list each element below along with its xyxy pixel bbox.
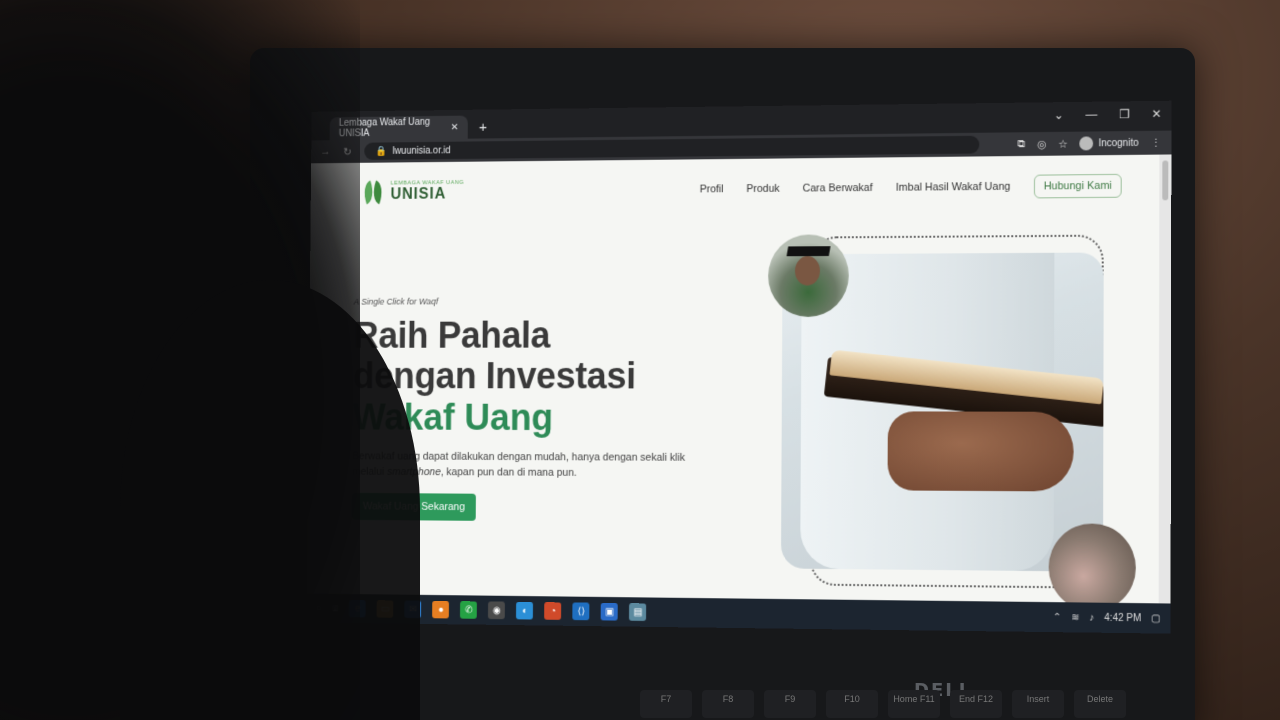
- keyboard-row: F7 F8 F9 F10 Home F11 End F12 Insert Del…: [640, 690, 1200, 720]
- wifi-icon[interactable]: ≋: [1071, 612, 1079, 623]
- hero-tagline: A Single Click for Waqf: [353, 296, 439, 307]
- star-icon[interactable]: ☆: [1058, 137, 1068, 150]
- laptop-screen: Lembaga Wakaf Uang UNISIA ✕ + ⌄ — ❐ ✕ → …: [306, 100, 1172, 634]
- toolbar-right: ⧉ ◎ ☆ Incognito ⋮: [1017, 136, 1161, 151]
- face-shape: [794, 256, 821, 286]
- scrollbar-thumb[interactable]: [1162, 160, 1169, 201]
- volume-icon[interactable]: ♪: [1089, 612, 1094, 623]
- key: End F12: [950, 690, 1002, 718]
- close-tab-icon[interactable]: ✕: [451, 122, 459, 133]
- hand-shape: [887, 411, 1074, 492]
- nav-item-profil[interactable]: Profil: [700, 183, 724, 195]
- incognito-label: Incognito: [1098, 137, 1139, 149]
- minimize-button[interactable]: —: [1085, 108, 1097, 122]
- hero-image-group: [767, 234, 1136, 613]
- system-tray: ⌃ ≋ ♪ 4:42 PM ▢: [1053, 612, 1161, 624]
- key: F10: [826, 690, 878, 718]
- key: Insert: [1012, 690, 1064, 718]
- nav-item-imbal-hasil[interactable]: Imbal Hasil Wakaf Uang: [896, 181, 1011, 194]
- site-logo[interactable]: LEMBAGA WAKAF UANG UNISIA: [361, 177, 464, 207]
- graduation-cap-icon: [786, 246, 831, 257]
- clock-time[interactable]: 4:42 PM: [1104, 612, 1141, 623]
- chevron-up-icon[interactable]: ⌃: [1053, 612, 1061, 623]
- close-window-button[interactable]: ✕: [1151, 107, 1161, 121]
- graduate-avatar: [767, 234, 850, 318]
- app4-icon[interactable]: ▤: [629, 603, 647, 621]
- hands-avatar: [1048, 523, 1136, 613]
- window-controls: ⌄ — ❐ ✕: [1054, 107, 1162, 122]
- key: F8: [702, 690, 754, 718]
- incognito-badge[interactable]: Incognito: [1079, 136, 1139, 151]
- url-text: lwuunisia.or.id: [392, 145, 451, 157]
- app3-icon[interactable]: ▣: [601, 602, 619, 621]
- notification-icon[interactable]: ▢: [1151, 613, 1160, 624]
- photo-scene: DELL F7 F8 F9 F10 Home F11 End F12 Inser…: [0, 0, 1280, 720]
- key: F7: [640, 690, 692, 718]
- maximize-button[interactable]: ❐: [1119, 107, 1130, 121]
- app2-icon[interactable]: ◔: [544, 602, 562, 620]
- key: Home F11: [888, 690, 940, 718]
- chevron-down-icon[interactable]: ⌄: [1054, 108, 1064, 122]
- lock-icon: 🔒: [375, 145, 388, 157]
- translate-icon[interactable]: ⧉: [1017, 138, 1025, 151]
- whatsapp-icon[interactable]: ✆: [460, 601, 478, 619]
- nav-item-cara-berwakaf[interactable]: Cara Berwakaf: [803, 182, 873, 194]
- incognito-icon: [1079, 136, 1094, 151]
- scrollbar[interactable]: [1158, 154, 1172, 604]
- logo-title: UNISIA: [390, 185, 447, 203]
- person-silhouette: [120, 280, 420, 720]
- eye-off-icon[interactable]: ◎: [1037, 137, 1046, 150]
- address-bar[interactable]: 🔒 lwuunisia.or.id: [364, 135, 980, 160]
- key: F9: [764, 690, 816, 718]
- web-page: LEMBAGA WAKAF UANG UNISIA Profil Produk …: [306, 154, 1172, 613]
- main-nav: Profil Produk Cara Berwakaf Imbal Hasil …: [700, 173, 1122, 201]
- site-header: LEMBAGA WAKAF UANG UNISIA Profil Produk …: [311, 154, 1172, 213]
- desc-text-end: , kapan pun dan di mana pun.: [440, 466, 577, 479]
- chrome-icon[interactable]: ◉: [488, 601, 506, 620]
- nav-item-produk[interactable]: Produk: [746, 183, 779, 195]
- new-tab-button[interactable]: +: [479, 119, 487, 135]
- contact-button[interactable]: Hubungi Kami: [1033, 173, 1122, 199]
- more-menu-icon[interactable]: ⋮: [1150, 136, 1161, 149]
- app-icon[interactable]: ●: [432, 600, 450, 619]
- hero-title-line1: Raih Pahala: [353, 315, 551, 357]
- vscode-icon[interactable]: ⟨⟩: [572, 602, 590, 621]
- key: Delete: [1074, 690, 1126, 718]
- leaf-icon: [361, 178, 385, 207]
- hero-title-line2: dengan Investasi: [352, 356, 636, 398]
- browser-icon[interactable]: ◐: [516, 601, 534, 620]
